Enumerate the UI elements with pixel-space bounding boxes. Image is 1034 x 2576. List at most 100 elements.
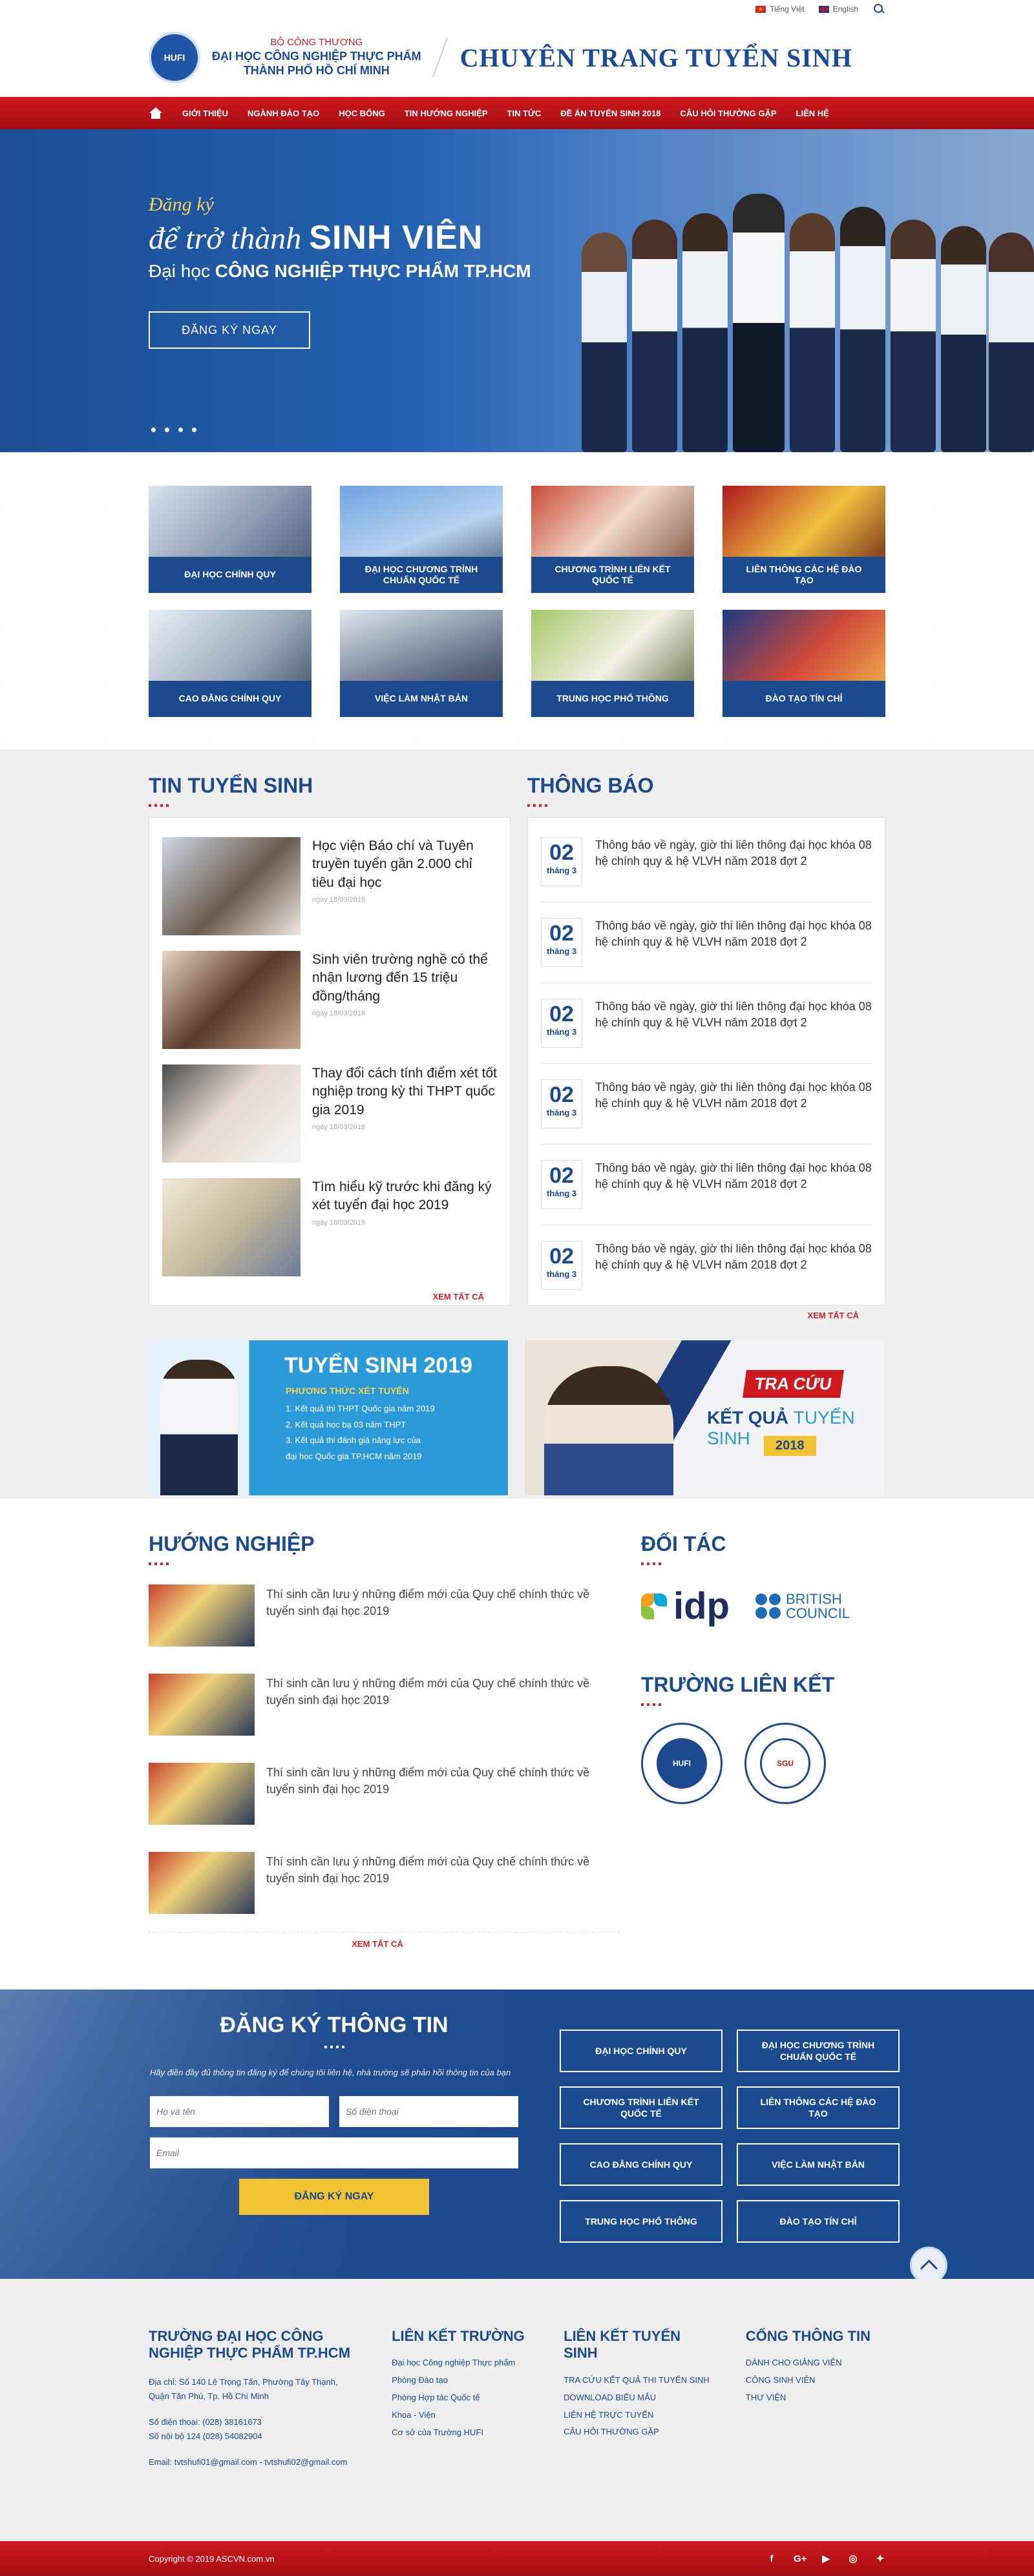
news-headline[interactable]: Tìm hiểu kỹ trước khi đăng ký xét tuyển … [312, 1178, 497, 1215]
career-item[interactable]: Thí sinh cần lưu ý những điểm mới của Qu… [149, 1584, 619, 1646]
home-icon[interactable] [149, 107, 163, 119]
footer-link[interactable]: Cơ sở của Trường HUFI [392, 2427, 534, 2438]
footer-link[interactable]: Phòng Đào tạo [392, 2375, 534, 2386]
notice-item[interactable]: 02 tháng 3 Thông báo về ngày, giờ thi liên… [541, 833, 872, 902]
career-item[interactable]: Thí sinh cần lưu ý những điểm mới của Qu… [149, 1674, 619, 1736]
footer-link[interactable]: TRA CỨU KẾT QUẢ THI TUYỂN SINH [564, 2375, 716, 2386]
news-view-all-link[interactable]: XEM TẤT CẢ [162, 1292, 497, 1302]
name-field[interactable] [150, 2095, 329, 2127]
program-card[interactable]: CHƯƠNG TRÌNH LIÊN KẾT QUỐC TẾ [531, 486, 694, 593]
footer-link[interactable]: Phòng Hợp tác Quốc tế [392, 2393, 534, 2404]
nav-item-cau-hoi[interactable]: CÂU HỎI THƯỜNG GẶP [681, 109, 777, 118]
phone-field[interactable] [339, 2095, 518, 2127]
notice-text[interactable]: Thông báo về ngày, giờ thi liên thông đạ… [595, 1160, 872, 1209]
notice-item[interactable]: 02 tháng 3 Thông báo về ngày, giờ thi liên… [541, 902, 872, 983]
instagram-icon[interactable]: ◎ [848, 2553, 858, 2564]
program-card[interactable]: ĐẠI HỌC CHƯƠNG TRÌNH CHUẨN QUỐC TẾ [340, 486, 503, 593]
footer-link[interactable]: THƯ VIỆN [746, 2393, 885, 2404]
news-headline[interactable]: Thay đổi cách tính điểm xét tốt nghiệp t… [312, 1065, 497, 1119]
career-headline[interactable]: Thí sinh cần lưu ý những điểm mới của Qu… [266, 1584, 619, 1646]
admission-2019-banner[interactable]: TUYỂN SINH 2019 PHƯƠNG THỨC XÉT TUYỂN 1.… [149, 1340, 508, 1495]
footer-link[interactable]: Khoa - Viện [392, 2410, 534, 2421]
nav-item-de-an-tuyen-sinh[interactable]: ĐỀ ÁN TUYỂN SINH 2018 [560, 109, 660, 118]
lang-en[interactable]: English [818, 5, 858, 14]
slider-dot[interactable] [165, 428, 169, 432]
sgu-seal[interactable]: SGU [744, 1723, 826, 1804]
career-headline[interactable]: Thí sinh cần lưu ý những điểm mới của Qu… [266, 1763, 619, 1825]
news-headline[interactable]: Học viện Báo chí và Tuyên truyền tuyển g… [312, 837, 497, 892]
career-view-all-link[interactable]: XEM TẤT CẢ [149, 1932, 619, 1949]
back-to-top-icon[interactable] [910, 2247, 947, 2279]
news-title: TIN TUYỂN SINH [149, 774, 313, 797]
nav-item-tin-tuc[interactable]: TIN TỨC [507, 109, 542, 118]
program-label: VIỆC LÀM NHẬT BẢN [340, 681, 503, 717]
notice-text[interactable]: Thông báo về ngày, giờ thi liên thông đạ… [595, 837, 872, 886]
slider-dot[interactable] [151, 428, 156, 432]
career-item[interactable]: Thí sinh cần lưu ý những điểm mới của Qu… [149, 1852, 619, 1914]
quick-link-button[interactable]: LIÊN THÔNG CÁC HỆ ĐÀO TẠO [737, 2086, 900, 2129]
notice-item[interactable]: 02 tháng 3 Thông báo về ngày, giờ thi liên… [541, 1225, 872, 1305]
quick-link-button[interactable]: CHƯƠNG TRÌNH LIÊN KẾT QUỐC TẾ [560, 2086, 723, 2129]
nav-item-nganh-dao-tao[interactable]: NGÀNH ĐÀO TẠO [248, 109, 319, 118]
nav-item-lien-he[interactable]: LIÊN HỆ [796, 109, 829, 118]
google-plus-icon[interactable]: G+ [794, 2553, 807, 2564]
nav-item-gioi-thieu[interactable]: GIỚI THIỆU [182, 109, 228, 118]
news-headline[interactable]: Sinh viên trường nghề có thể nhận lương … [312, 951, 497, 1006]
quick-link-button[interactable]: ĐÀO TẠO TÍN CHỈ [737, 2200, 900, 2243]
news-item[interactable]: Tìm hiểu kỹ trước khi đăng ký xét tuyển … [162, 1178, 497, 1276]
quick-link-button[interactable]: ĐẠI HỌC CHÍNH QUY [560, 2030, 723, 2072]
hufi-seal[interactable]: HUFI [641, 1723, 723, 1804]
british-council-logo[interactable]: BRITISH COUNCIL [755, 1592, 850, 1621]
career-headline[interactable]: Thí sinh cần lưu ý những điểm mới của Qu… [266, 1852, 619, 1914]
notice-text[interactable]: Thông báo về ngày, giờ thi liên thông đạ… [595, 1241, 872, 1290]
lang-vi[interactable]: Tiếng Việt [755, 5, 805, 14]
footer-link[interactable]: CÂU HỎI THƯỜNG GẶP [564, 2427, 716, 2438]
news-date: ngày 18/03/2019 [312, 1218, 365, 1227]
news-item[interactable]: Sinh viên trường nghề có thể nhận lương … [162, 951, 497, 1049]
footer-email[interactable]: Email: tvtshufi01@gmail.com - tvtshufi02… [149, 2455, 362, 2469]
slider-dot[interactable] [178, 428, 183, 432]
slider-dot[interactable] [192, 428, 196, 432]
program-card[interactable]: ĐẠI HỌC CHÍNH QUY [149, 486, 311, 593]
idp-logo[interactable]: idp [641, 1584, 730, 1628]
program-card[interactable]: ĐÀO TẠO TÍN CHỈ [723, 610, 885, 717]
results-lookup-banner[interactable]: TRA CỨU KẾT QUẢ TUYỂN SINH 2018 [525, 1340, 884, 1495]
program-card[interactable]: LIÊN THÔNG CÁC HỆ ĐÀO TẠO [723, 486, 885, 593]
program-card[interactable]: TRUNG HỌC PHỔ THÔNG [531, 610, 694, 717]
career-item[interactable]: Thí sinh cần lưu ý những điểm mới của Qu… [149, 1763, 619, 1825]
news-item[interactable]: Học viện Báo chí và Tuyên truyền tuyển g… [162, 837, 497, 935]
school-logo[interactable]: HUFI [149, 32, 200, 83]
register-submit-button[interactable]: ĐĂNG KÝ NGAY [239, 2178, 429, 2215]
notice-text[interactable]: Thông báo về ngày, giờ thi liên thông đạ… [595, 999, 872, 1048]
youtube-icon[interactable]: ▶ [821, 2553, 831, 2564]
twitter-icon[interactable]: ✦ [875, 2553, 885, 2564]
search-icon[interactable] [872, 3, 885, 16]
notice-item[interactable]: 02 tháng 3 Thông báo về ngày, giờ thi liên… [541, 1145, 872, 1225]
nav-item-tin-huong-nghiep[interactable]: TIN HƯỚNG NGHIỆP [405, 109, 488, 118]
quick-link-button[interactable]: VIỆC LÀM NHẬT BẢN [737, 2143, 900, 2186]
footer-link[interactable]: CÔNG SINH VIÊN [746, 2375, 885, 2386]
footer-link[interactable]: LIÊN HỆ TRỰC TUYẾN [564, 2410, 716, 2421]
hero-register-button[interactable]: ĐĂNG KÝ NGAY [149, 311, 310, 349]
quick-link-button[interactable]: TRUNG HỌC PHỔ THÔNG [560, 2200, 723, 2243]
notice-item[interactable]: 02 tháng 3 Thông báo về ngày, giờ thi liên… [541, 983, 872, 1064]
email-field[interactable] [150, 2137, 518, 2168]
bc-line2: COUNCIL [785, 1605, 850, 1621]
footer-link[interactable]: DOWNLOAD BIỂU MẪU [564, 2393, 716, 2404]
footer-phone: Số điện thoại: (028) 38161673 [149, 2416, 262, 2427]
notice-text[interactable]: Thông báo về ngày, giờ thi liên thông đạ… [595, 918, 872, 967]
facebook-icon[interactable]: f [766, 2553, 777, 2564]
notice-text[interactable]: Thông báo về ngày, giờ thi liên thông đạ… [595, 1079, 872, 1128]
title-dots [641, 1563, 850, 1565]
footer-link[interactable]: Đại học Công nghiệp Thực phẩm [392, 2358, 534, 2369]
nav-item-hoc-bong[interactable]: HỌC BỔNG [339, 109, 385, 118]
notice-date-badge: 02 tháng 3 [541, 918, 582, 967]
news-item[interactable]: Thay đổi cách tính điểm xét tốt nghiệp t… [162, 1065, 497, 1163]
program-card[interactable]: CAO ĐẲNG CHÍNH QUY [149, 610, 311, 717]
quick-link-button[interactable]: CAO ĐẲNG CHÍNH QUY [560, 2143, 723, 2186]
quick-link-button[interactable]: ĐẠI HỌC CHƯƠNG TRÌNH CHUẨN QUỐC TẾ [737, 2030, 900, 2072]
career-headline[interactable]: Thí sinh cần lưu ý những điểm mới của Qu… [266, 1674, 619, 1736]
notice-item[interactable]: 02 tháng 3 Thông báo về ngày, giờ thi liên… [541, 1064, 872, 1145]
footer-link[interactable]: DÀNH CHO GIẢNG VIÊN [746, 2358, 885, 2369]
program-card[interactable]: VIỆC LÀM NHẬT BẢN [340, 610, 503, 717]
